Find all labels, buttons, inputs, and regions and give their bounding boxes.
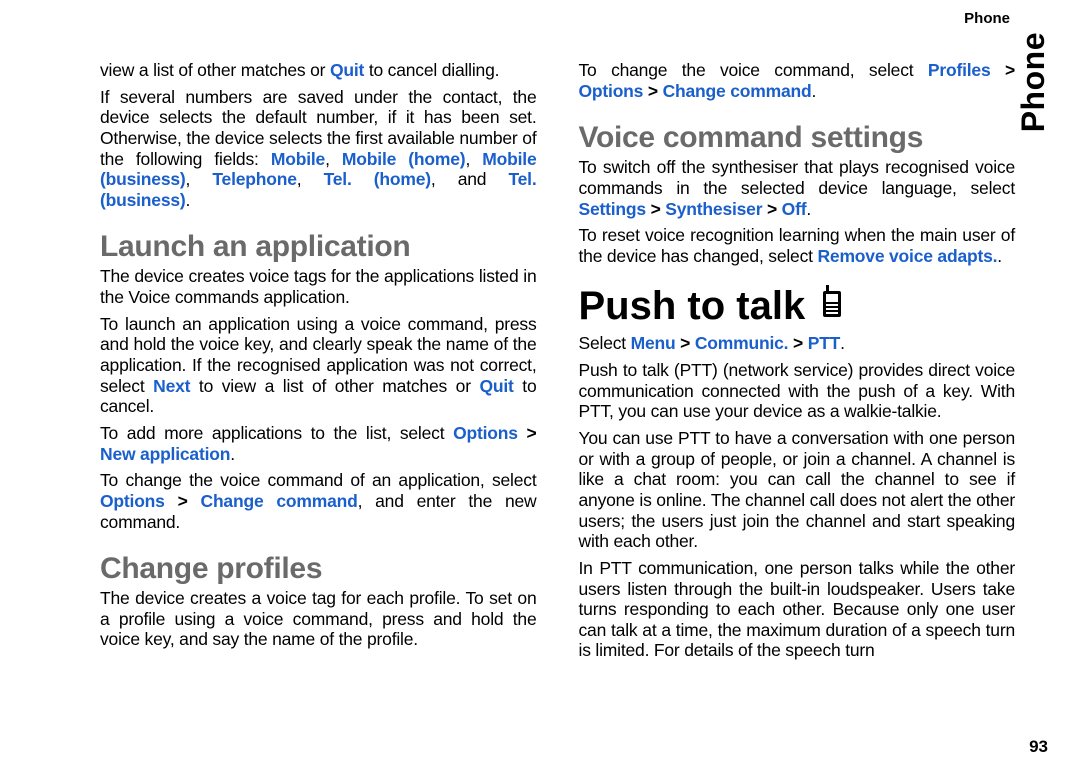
paragraph: view a list of other matches or Quit to … bbox=[100, 60, 537, 81]
heading-change-profiles: Change profiles bbox=[100, 552, 537, 586]
link-profiles: Profiles bbox=[928, 60, 991, 80]
paragraph: If several numbers are saved under the c… bbox=[100, 87, 537, 211]
link-synthesiser: Synthesiser bbox=[665, 199, 762, 219]
header-section-label: Phone bbox=[964, 10, 1010, 27]
paragraph: To switch off the synthesiser that plays… bbox=[579, 157, 1016, 219]
link-off: Off bbox=[782, 199, 807, 219]
field-mobile: Mobile bbox=[271, 149, 325, 169]
field-telephone: Telephone bbox=[212, 169, 296, 189]
paragraph: To change the voice command of an applic… bbox=[100, 470, 537, 532]
link-communic: Communic. bbox=[695, 333, 789, 353]
paragraph: Select Menu > Communic. > PTT. bbox=[579, 333, 1016, 354]
paragraph: To change the voice command, select Prof… bbox=[579, 60, 1016, 101]
walkie-talkie-icon bbox=[817, 284, 847, 329]
paragraph: To add more applications to the list, se… bbox=[100, 423, 537, 464]
paragraph: To launch an application using a voice c… bbox=[100, 314, 537, 417]
link-settings: Settings bbox=[579, 199, 646, 219]
link-options: Options bbox=[100, 491, 165, 511]
body-columns: view a list of other matches or Quit to … bbox=[100, 60, 1015, 720]
paragraph: In PTT communication, one person talks w… bbox=[579, 558, 1016, 661]
paragraph: The device creates voice tags for the ap… bbox=[100, 266, 537, 307]
paragraph: To reset voice recognition learning when… bbox=[579, 225, 1016, 266]
page: Phone Phone view a list of other matches… bbox=[0, 0, 1080, 779]
link-ptt: PTT bbox=[808, 333, 840, 353]
paragraph: Push to talk (PTT) (network service) pro… bbox=[579, 360, 1016, 422]
paragraph: You can use PTT to have a conversation w… bbox=[579, 428, 1016, 552]
heading-voice-command-settings: Voice command settings bbox=[579, 121, 1016, 155]
link-new-application: New application bbox=[100, 444, 230, 464]
link-menu: Menu bbox=[631, 333, 676, 353]
link-quit: Quit bbox=[479, 376, 513, 396]
link-next: Next bbox=[153, 376, 190, 396]
paragraph: The device creates a voice tag for each … bbox=[100, 588, 537, 650]
link-options: Options bbox=[579, 81, 644, 101]
link-remove-voice-adapts: Remove voice adapts. bbox=[817, 246, 997, 266]
link-change-command: Change command bbox=[201, 491, 358, 511]
field-tel-home: Tel. (home) bbox=[324, 169, 431, 189]
side-tab-label: Phone bbox=[1015, 32, 1052, 132]
link-quit: Quit bbox=[330, 60, 364, 80]
link-options: Options bbox=[453, 423, 518, 443]
field-mobile-home: Mobile (home) bbox=[342, 149, 466, 169]
heading-push-to-talk: Push to talk bbox=[579, 284, 1016, 329]
heading-launch-application: Launch an application bbox=[100, 230, 537, 264]
link-change-command: Change command bbox=[663, 81, 812, 101]
page-number: 93 bbox=[1029, 737, 1048, 757]
